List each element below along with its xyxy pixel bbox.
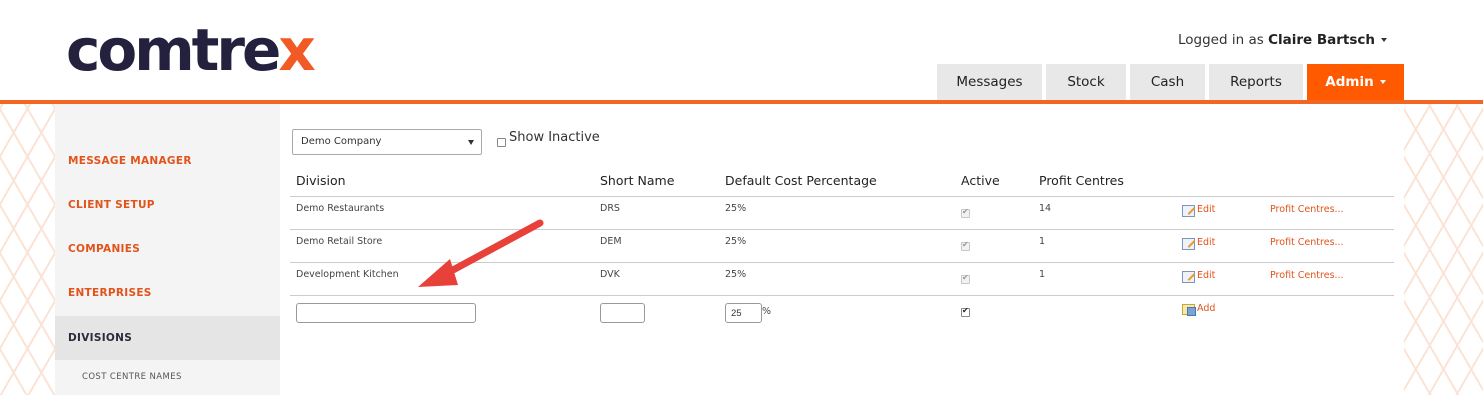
user-menu[interactable]: Logged in as Claire Bartsch bbox=[1178, 32, 1388, 48]
cell-profit-centres: 1 bbox=[1039, 236, 1046, 247]
user-name: Claire Bartsch bbox=[1268, 32, 1376, 48]
show-inactive-checkbox[interactable] bbox=[497, 138, 506, 147]
show-inactive-label: Show Inactive bbox=[509, 130, 600, 145]
sidebar-item-message-manager[interactable]: MESSAGE MANAGER bbox=[55, 139, 280, 183]
profit-centres-link[interactable]: Profit Centres... bbox=[1270, 204, 1344, 215]
new-division-input[interactable] bbox=[296, 303, 476, 323]
percent-suffix: % bbox=[762, 306, 772, 317]
cell-cost-percentage: 25% bbox=[725, 203, 747, 214]
active-checkbox bbox=[961, 207, 970, 218]
column-header-active: Active bbox=[961, 173, 1000, 188]
active-checkbox bbox=[961, 273, 970, 284]
column-header-default-cost-percentage: Default Cost Percentage bbox=[725, 173, 877, 188]
column-header-short-name: Short Name bbox=[600, 173, 675, 188]
active-checkbox bbox=[961, 240, 970, 251]
sidebar-item-enterprises[interactable]: ENTERPRISES bbox=[55, 271, 280, 315]
caret-down-icon bbox=[1381, 38, 1388, 42]
cell-short-name: DEM bbox=[600, 236, 622, 247]
edit-icon[interactable] bbox=[1182, 205, 1195, 217]
user-prefix: Logged in as bbox=[1178, 32, 1264, 48]
cell-division: Demo Retail Store bbox=[296, 236, 383, 247]
table-divider bbox=[290, 196, 1394, 197]
annotation-arrow-icon bbox=[418, 219, 544, 287]
cell-short-name: DRS bbox=[600, 203, 620, 214]
profit-centres-link[interactable]: Profit Centres... bbox=[1270, 237, 1344, 248]
sidebar-item-companies[interactable]: COMPANIES bbox=[55, 227, 280, 271]
cell-profit-centres: 14 bbox=[1039, 203, 1052, 214]
comtrex-logo[interactable]: comtrex bbox=[66, 18, 316, 82]
nav-cash[interactable]: Cash bbox=[1130, 64, 1205, 100]
row-divider bbox=[290, 295, 1394, 296]
cell-division: Demo Restaurants bbox=[296, 203, 385, 214]
edit-icon[interactable] bbox=[1182, 271, 1195, 283]
nav-messages[interactable]: Messages bbox=[937, 64, 1042, 100]
new-active-checkbox[interactable] bbox=[961, 306, 970, 317]
column-header-division: Division bbox=[296, 173, 346, 188]
edit-link[interactable]: Edit bbox=[1197, 237, 1215, 248]
profit-centres-link[interactable]: Profit Centres... bbox=[1270, 270, 1344, 281]
cell-cost-percentage: 25% bbox=[725, 269, 747, 280]
background-pattern-right bbox=[1404, 104, 1483, 395]
add-link[interactable]: Add bbox=[1197, 303, 1215, 314]
column-header-profit-centres: Profit Centres bbox=[1039, 173, 1124, 188]
nav-reports[interactable]: Reports bbox=[1209, 64, 1303, 100]
caret-down-icon bbox=[1379, 80, 1386, 84]
cell-division: Development Kitchen bbox=[296, 269, 399, 280]
cell-profit-centres: 1 bbox=[1039, 269, 1046, 280]
new-cost-percentage-input[interactable] bbox=[725, 303, 762, 323]
sidebar-item-client-setup[interactable]: CLIENT SETUP bbox=[55, 183, 280, 227]
add-icon[interactable] bbox=[1182, 304, 1196, 316]
nav-admin[interactable]: Admin bbox=[1307, 64, 1404, 100]
edit-link[interactable]: Edit bbox=[1197, 270, 1215, 281]
cell-cost-percentage: 25% bbox=[725, 236, 747, 247]
background-pattern-left bbox=[0, 104, 55, 395]
edit-link[interactable]: Edit bbox=[1197, 204, 1215, 215]
nav-stock[interactable]: Stock bbox=[1046, 64, 1126, 100]
company-select[interactable]: Demo Company bbox=[292, 129, 482, 155]
edit-icon[interactable] bbox=[1182, 238, 1195, 250]
dropdown-arrow-icon bbox=[468, 140, 474, 145]
new-short-name-input[interactable] bbox=[600, 303, 645, 323]
sidebar-subitem-cost-centre-names[interactable]: COST CENTRE NAMES bbox=[82, 372, 182, 382]
sidebar-item-divisions[interactable]: DIVISIONS bbox=[55, 316, 280, 360]
cell-short-name: DVK bbox=[600, 269, 620, 280]
